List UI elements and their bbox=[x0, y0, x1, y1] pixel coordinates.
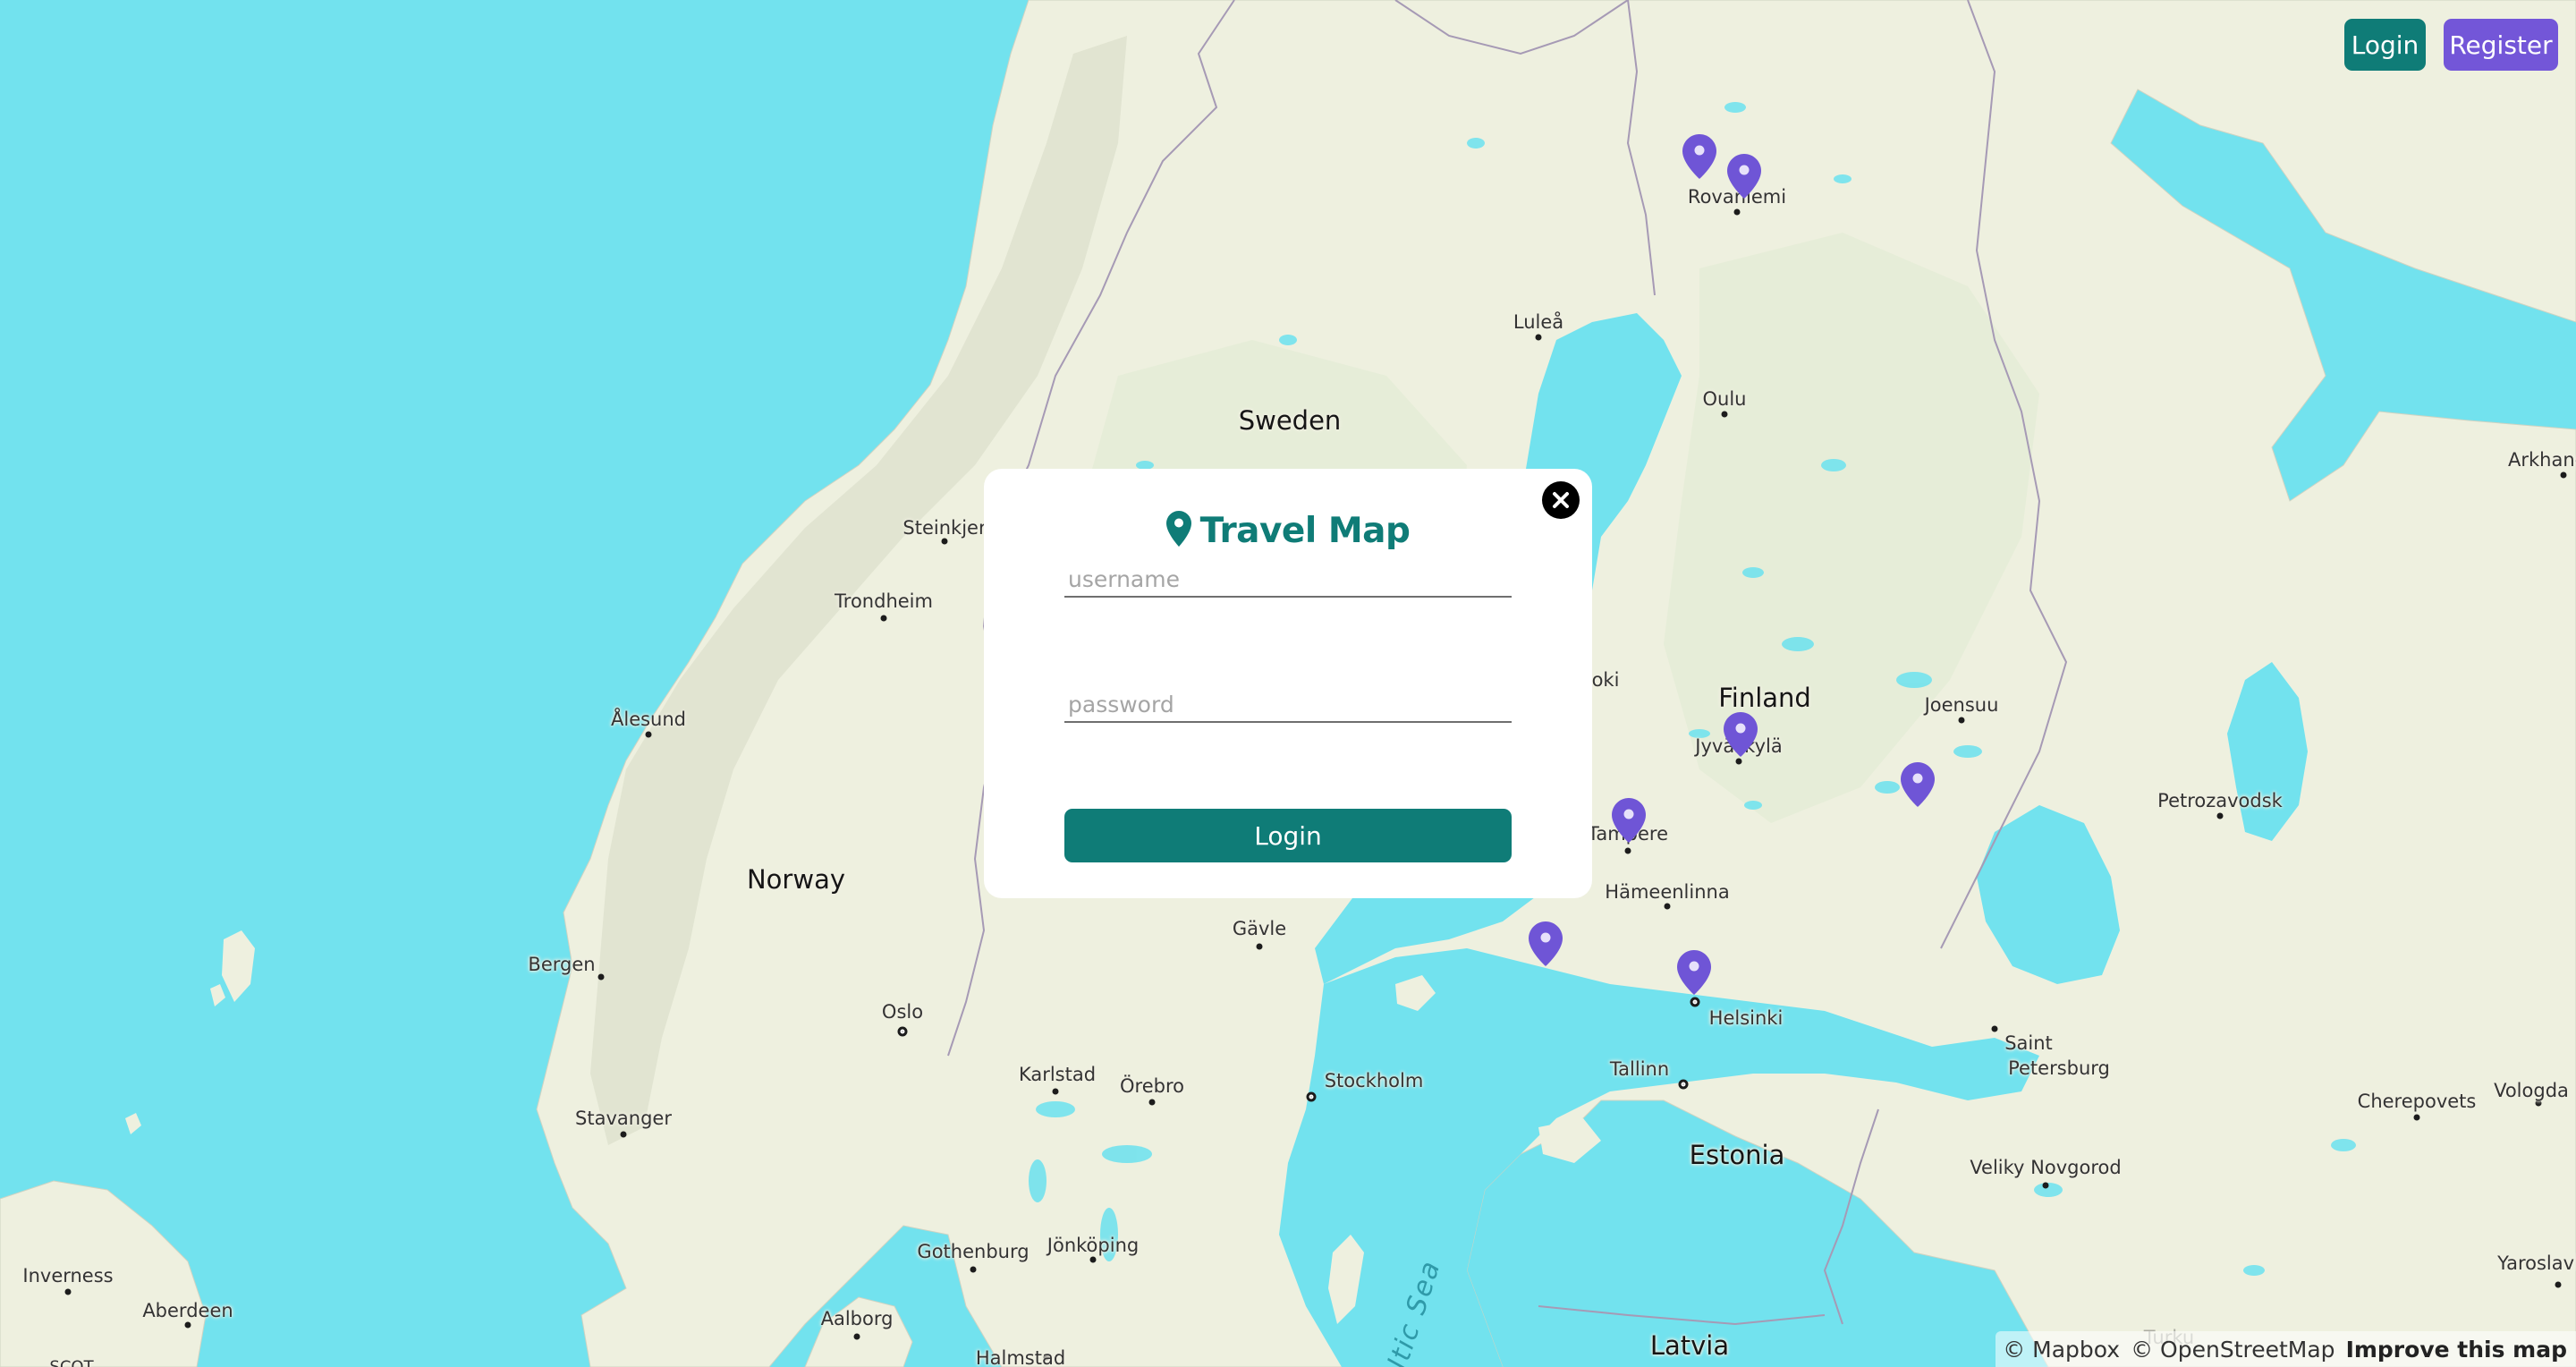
map-pin-icon[interactable] bbox=[1727, 154, 1761, 199]
city-label-hameenlinna: Hämeenlinna bbox=[1605, 881, 1730, 903]
city-dot bbox=[941, 538, 948, 545]
city-label-trondheim: Trondheim bbox=[835, 590, 933, 612]
country-label-norway: Norway bbox=[746, 864, 846, 895]
city-dot bbox=[1148, 1099, 1156, 1106]
city-dot bbox=[2560, 471, 2567, 479]
city-dot bbox=[1735, 758, 1742, 765]
capital-dot bbox=[897, 1026, 908, 1037]
city-label-lulea: Luleå bbox=[1513, 311, 1564, 333]
map-pin-icon[interactable] bbox=[1612, 798, 1646, 843]
capital-dot bbox=[1678, 1079, 1689, 1090]
city-dot bbox=[1733, 208, 1741, 216]
city-label-karlstad: Karlstad bbox=[1018, 1064, 1097, 1085]
map-attribution: © Mapbox © OpenStreetMap Improve this ma… bbox=[1996, 1331, 2576, 1367]
city-label-vaasa-partial: oki bbox=[1591, 669, 1620, 691]
city-label-joensuu: Joensuu bbox=[1924, 694, 1999, 716]
header-register-button[interactable]: Register bbox=[2444, 19, 2558, 71]
city-label-bergen: Bergen bbox=[528, 954, 596, 975]
password-input[interactable] bbox=[1064, 687, 1512, 723]
map-pin-icon[interactable] bbox=[1724, 712, 1758, 757]
city-label-jonkoping: Jönköping bbox=[1046, 1235, 1140, 1256]
map-pin-icon bbox=[1165, 511, 1191, 550]
city-label-yaroslavl: Yaroslavl bbox=[2497, 1252, 2576, 1274]
mapbox-attribution-link[interactable]: © Mapbox bbox=[2003, 1337, 2120, 1363]
city-label-stavanger: Stavanger bbox=[575, 1108, 672, 1129]
city-dot bbox=[970, 1266, 977, 1273]
city-label-arkhangelsk: Arkhang bbox=[2508, 449, 2576, 471]
country-label-latvia: Latvia bbox=[1649, 1330, 1730, 1361]
city-dot bbox=[1256, 943, 1263, 950]
login-submit-button[interactable]: Login bbox=[1064, 809, 1512, 862]
modal-title-row: Travel Map bbox=[984, 508, 1592, 553]
city-dot bbox=[1052, 1088, 1059, 1095]
city-label-saint-petersburg-2: Petersburg bbox=[2008, 1057, 2110, 1079]
city-dot bbox=[853, 1333, 860, 1340]
city-dot bbox=[1958, 717, 1965, 724]
city-dot bbox=[1624, 847, 1631, 854]
city-dot bbox=[645, 731, 652, 738]
city-label-aalborg: Aalborg bbox=[820, 1308, 894, 1329]
country-label-estonia: Estonia bbox=[1689, 1140, 1785, 1170]
city-dot bbox=[1535, 334, 1542, 341]
city-label-vologda: Vologda bbox=[2494, 1080, 2569, 1101]
city-dot bbox=[597, 973, 605, 981]
city-dot bbox=[1089, 1256, 1097, 1263]
city-label-petrozavodsk: Petrozavodsk bbox=[2157, 790, 2283, 811]
city-label-oslo: Oslo bbox=[881, 1001, 924, 1023]
city-label-gothenburg: Gothenburg bbox=[917, 1241, 1030, 1262]
map-pin-icon[interactable] bbox=[1677, 950, 1711, 995]
city-dot bbox=[1721, 411, 1728, 418]
city-dot bbox=[620, 1131, 627, 1138]
city-label-steinkjer: Steinkjer bbox=[902, 517, 987, 539]
username-input[interactable] bbox=[1064, 562, 1512, 598]
city-dot bbox=[1991, 1025, 1998, 1032]
city-label-tallinn: Tallinn bbox=[1609, 1058, 1670, 1080]
city-label-helsinki: Helsinki bbox=[1708, 1007, 1784, 1029]
country-label-finland: Finland bbox=[1718, 683, 1811, 713]
city-label-halmstad: Halmstad bbox=[975, 1347, 1066, 1367]
city-label-cherepovets: Cherepovets bbox=[2357, 1091, 2477, 1112]
map-view[interactable]: Sweden Norway Finland Estonia Latvia Bal… bbox=[0, 0, 2576, 1367]
capital-dot bbox=[1690, 997, 1700, 1007]
osm-attribution-link[interactable]: © OpenStreetMap bbox=[2131, 1337, 2334, 1363]
city-label-inverness: Inverness bbox=[22, 1265, 114, 1286]
city-label-saint-petersburg-1: Saint bbox=[2004, 1032, 2053, 1054]
city-label-orebro: Örebro bbox=[1120, 1075, 1184, 1097]
improve-map-link[interactable]: Improve this map bbox=[2346, 1337, 2567, 1363]
header-login-button[interactable]: Login bbox=[2344, 19, 2426, 71]
city-dot bbox=[2555, 1281, 2562, 1288]
login-modal: Travel Map Login bbox=[984, 469, 1592, 898]
city-dot bbox=[64, 1288, 72, 1295]
city-dot bbox=[2216, 812, 2224, 819]
city-label-gavle: Gävle bbox=[1232, 918, 1287, 939]
city-dot bbox=[2413, 1114, 2420, 1121]
modal-title: Travel Map bbox=[1199, 510, 1411, 551]
city-label-oulu: Oulu bbox=[1702, 388, 1747, 410]
city-dot bbox=[184, 1321, 191, 1329]
city-label-veliky-novgorod: Veliky Novgorod bbox=[1970, 1157, 2122, 1178]
map-pin-icon[interactable] bbox=[1901, 762, 1935, 807]
city-dot bbox=[2042, 1182, 2049, 1189]
city-label-scot-partial: SCOT bbox=[49, 1357, 94, 1367]
city-label-stockholm: Stockholm bbox=[1324, 1070, 1424, 1091]
capital-dot bbox=[1306, 1091, 1317, 1102]
city-label-aberdeen: Aberdeen bbox=[142, 1300, 233, 1321]
country-label-sweden: Sweden bbox=[1238, 405, 1342, 436]
city-dot bbox=[1664, 903, 1671, 910]
city-dot bbox=[880, 615, 887, 622]
map-pin-icon[interactable] bbox=[1682, 134, 1716, 179]
map-pin-icon[interactable] bbox=[1529, 921, 1563, 966]
city-label-alesund: Ålesund bbox=[610, 709, 687, 730]
